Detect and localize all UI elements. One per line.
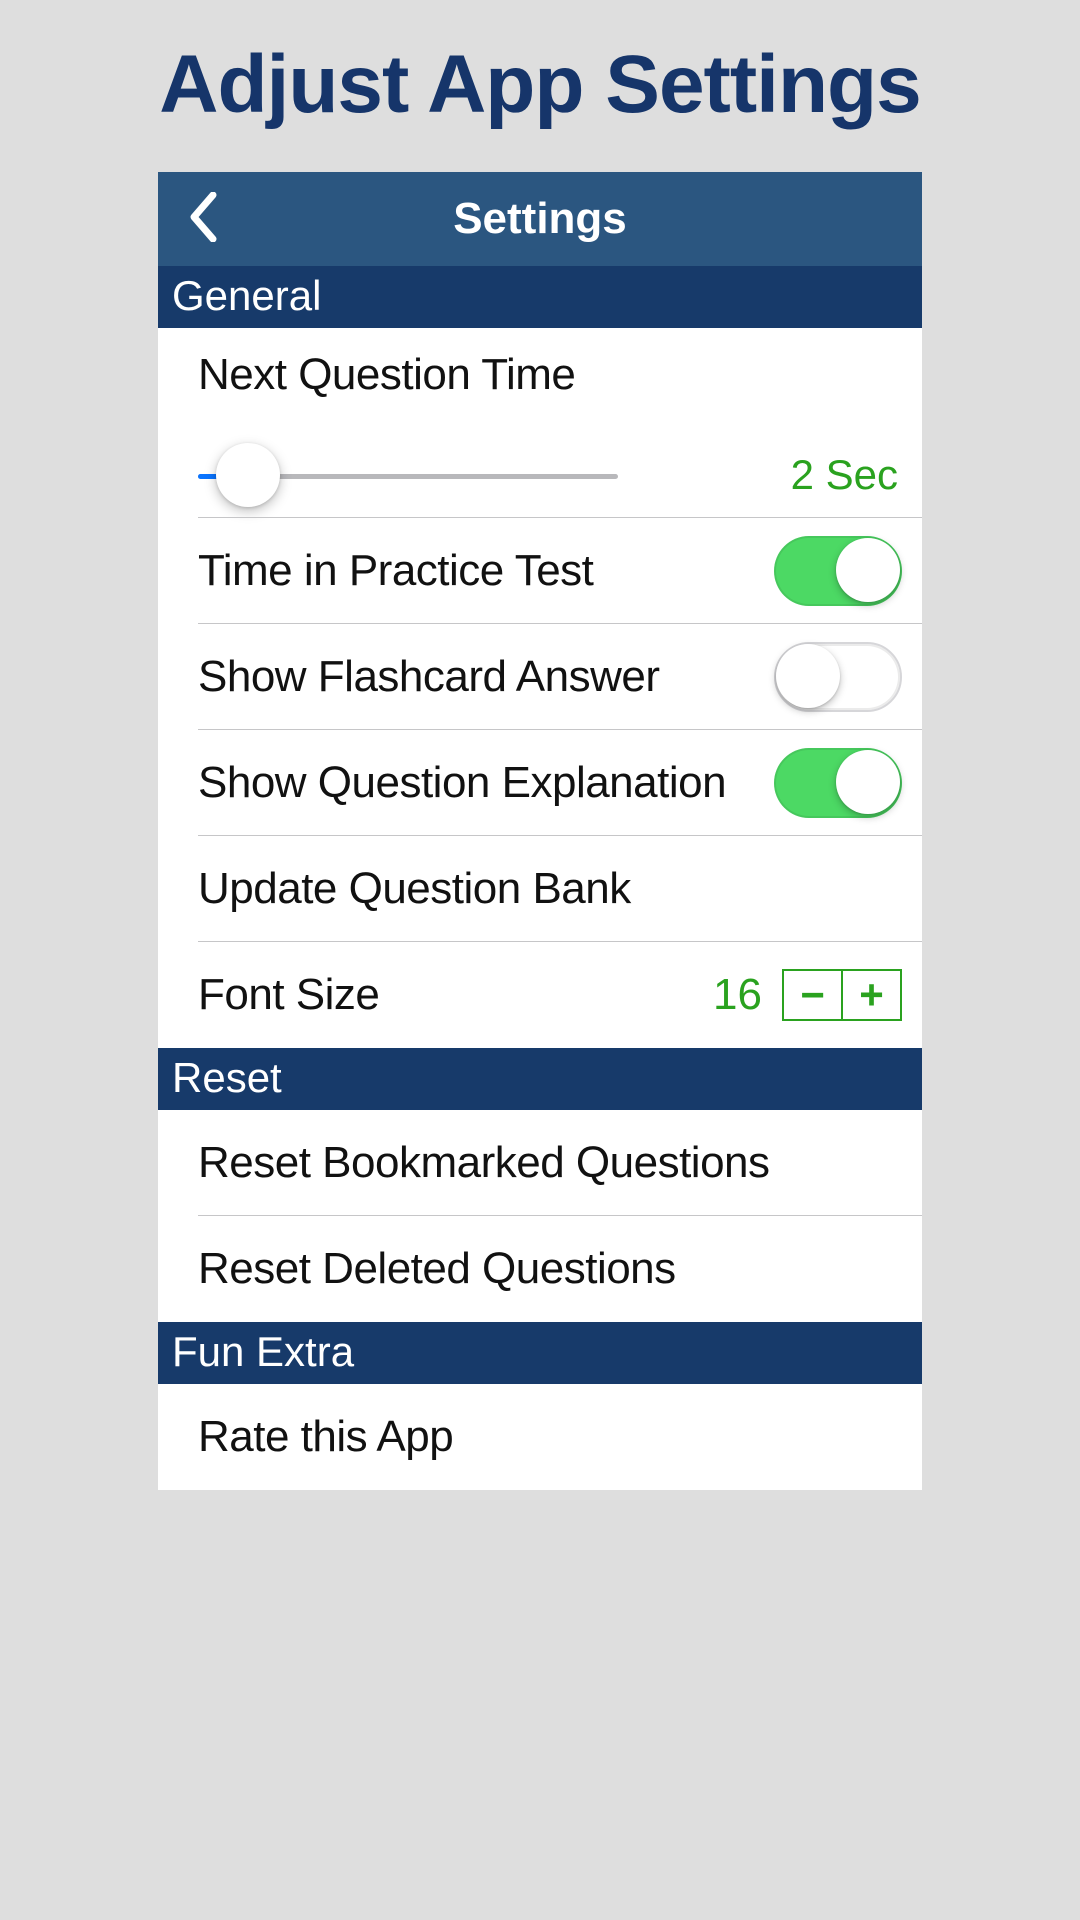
- next-question-time-control: 2 Sec: [198, 432, 902, 518]
- page-heading: Adjust App Settings: [0, 0, 1080, 172]
- toggle-knob: [776, 644, 840, 708]
- chevron-left-icon: [188, 192, 218, 247]
- row-show-flashcard: Show Flashcard Answer: [158, 624, 922, 730]
- font-size-label: Font Size: [198, 970, 379, 1020]
- row-rate-app[interactable]: Rate this App: [158, 1384, 922, 1490]
- section-fun-extra: Rate this App: [158, 1384, 922, 1490]
- reset-bookmarked-label: Reset Bookmarked Questions: [198, 1138, 770, 1188]
- toggle-knob: [836, 538, 900, 602]
- back-button[interactable]: [158, 172, 248, 266]
- next-question-time-slider[interactable]: [198, 440, 618, 510]
- navbar: Settings: [158, 172, 922, 266]
- next-question-time-label: Next Question Time: [198, 350, 902, 400]
- navbar-title: Settings: [158, 194, 922, 244]
- font-size-decrease-button[interactable]: −: [782, 969, 842, 1021]
- row-next-question-time: Next Question Time 2 Sec: [158, 328, 922, 518]
- time-in-practice-toggle[interactable]: [774, 536, 902, 606]
- rate-app-label: Rate this App: [198, 1412, 453, 1462]
- row-time-in-practice: Time in Practice Test: [158, 518, 922, 624]
- section-header-reset: Reset: [158, 1048, 922, 1110]
- show-flashcard-toggle[interactable]: [774, 642, 902, 712]
- font-size-stepper: − +: [782, 969, 902, 1021]
- show-flashcard-label: Show Flashcard Answer: [198, 652, 660, 702]
- toggle-knob: [836, 750, 900, 814]
- row-update-bank[interactable]: Update Question Bank: [158, 836, 922, 942]
- row-font-size: Font Size 16 − +: [158, 942, 922, 1048]
- font-size-increase-button[interactable]: +: [842, 969, 902, 1021]
- font-size-value: 16: [713, 970, 762, 1020]
- settings-card: Settings General Next Question Time 2 Se…: [158, 172, 922, 1490]
- slider-thumb[interactable]: [216, 443, 280, 507]
- plus-icon: +: [859, 971, 884, 1019]
- next-question-time-value: 2 Sec: [791, 451, 898, 499]
- row-reset-deleted[interactable]: Reset Deleted Questions: [158, 1216, 922, 1322]
- time-in-practice-label: Time in Practice Test: [198, 546, 593, 596]
- show-explain-label: Show Question Explanation: [198, 758, 726, 808]
- section-reset: Reset Bookmarked Questions Reset Deleted…: [158, 1110, 922, 1322]
- show-explain-toggle[interactable]: [774, 748, 902, 818]
- row-show-explain: Show Question Explanation: [158, 730, 922, 836]
- section-header-fun-extra: Fun Extra: [158, 1322, 922, 1384]
- section-general: Next Question Time 2 Sec Time in Practic…: [158, 328, 922, 1048]
- section-header-general: General: [158, 266, 922, 328]
- minus-icon: −: [800, 971, 825, 1019]
- reset-deleted-label: Reset Deleted Questions: [198, 1244, 676, 1294]
- row-reset-bookmarked[interactable]: Reset Bookmarked Questions: [158, 1110, 922, 1216]
- update-bank-label: Update Question Bank: [198, 864, 631, 914]
